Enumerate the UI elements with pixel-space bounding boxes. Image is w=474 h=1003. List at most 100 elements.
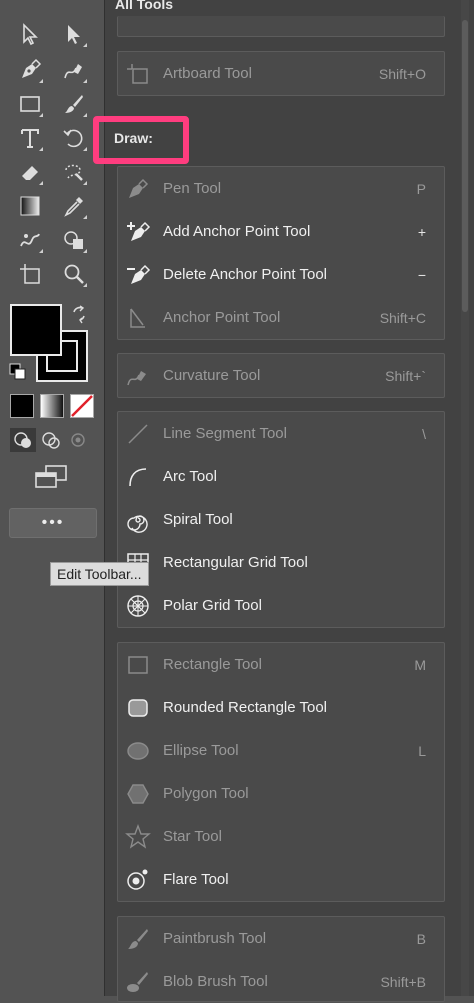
tool-row-paintbrush[interactable]: Paintbrush Tool B	[118, 917, 444, 960]
zoom-icon	[64, 264, 84, 284]
tool-row-polygon[interactable]: Polygon Tool	[118, 772, 444, 815]
tool-row-spiral[interactable]: Spiral Tool	[118, 498, 444, 541]
artboard-tool-button[interactable]	[16, 260, 44, 288]
edit-toolbar-button[interactable]: •••	[9, 508, 97, 538]
tool-label: Arc Tool	[163, 468, 217, 485]
direct-selection-tool-button[interactable]	[60, 20, 88, 48]
artboard-icon	[123, 59, 153, 89]
tool-shortcut: M	[414, 656, 426, 673]
tool-label: Line Segment Tool	[163, 425, 287, 442]
type-tool-button[interactable]	[16, 124, 44, 152]
eyedropper-tool-button[interactable]	[60, 192, 88, 220]
rectangle-tool-button[interactable]	[16, 90, 44, 118]
tool-shortcut: −	[417, 266, 426, 283]
tool-group: Paintbrush Tool B Blob Brush Tool Shift+…	[117, 916, 445, 1002]
color-mode-button[interactable]	[10, 394, 34, 418]
zoom-tool-button[interactable]	[60, 260, 88, 288]
shape-builder-tool-button[interactable]	[60, 226, 88, 254]
selection-icon	[23, 23, 38, 46]
tool-label: Rounded Rectangle Tool	[163, 699, 328, 716]
tool-label: Curvature Tool	[163, 367, 261, 384]
swap-colors-icon[interactable]	[70, 304, 90, 324]
gradient-icon	[20, 196, 40, 216]
tool-group: Pen Tool P Add Anchor Point Tool + Delet…	[117, 166, 445, 340]
tool-row-curvature[interactable]: Curvature Tool Shift+`	[118, 354, 444, 397]
tool-row-rounded-rectangle[interactable]: Rounded Rectangle Tool	[118, 686, 444, 729]
tool-row-flare[interactable]: Flare Tool	[118, 858, 444, 901]
type-icon	[21, 129, 39, 148]
tool-shortcut: B	[416, 930, 426, 947]
tool-label: Anchor Point Tool	[163, 309, 281, 326]
add-anchor-icon	[123, 217, 153, 247]
line-segment-icon	[123, 419, 153, 449]
tool-label: Polygon Tool	[163, 785, 249, 802]
pen-tool-button[interactable]	[16, 56, 44, 84]
puppet-warp-tool-button[interactable]	[16, 226, 44, 254]
direct-selection-icon	[68, 25, 80, 44]
tool-label: Rectangle Tool	[163, 656, 262, 673]
rectangle-icon	[20, 96, 40, 112]
tool-label: Artboard Tool	[163, 65, 252, 82]
curvature-tool-button[interactable]	[60, 56, 88, 84]
gradient-tool-button[interactable]	[16, 192, 44, 220]
tools-toolbar: ••• Edit Toolbar...	[0, 0, 149, 996]
tool-row-line-segment[interactable]: Line Segment Tool \	[118, 412, 444, 455]
tool-label: Pen Tool	[163, 180, 222, 197]
eraser-tool-button[interactable]	[16, 158, 44, 186]
rounded-rectangle-icon	[123, 693, 153, 723]
gradient-mode-button[interactable]	[40, 394, 64, 418]
warp-icon	[65, 164, 83, 181]
tool-row-rectangular-grid[interactable]: Rectangular Grid Tool	[118, 541, 444, 584]
rotate-tool-button[interactable]	[60, 124, 88, 152]
highlight-box	[93, 116, 189, 164]
warp-tool-button[interactable]	[60, 158, 88, 186]
tool-label: Flare Tool	[163, 871, 229, 888]
tool-group: Rectangle Tool M Rounded Rectangle Tool …	[117, 642, 445, 902]
tool-row-anchor-point[interactable]: Anchor Point Tool Shift+C	[118, 296, 444, 339]
tool-row-polar-grid[interactable]: Polar Grid Tool	[118, 584, 444, 627]
tool-group-top	[117, 16, 445, 37]
tool-row-artboard[interactable]: Artboard Tool Shift+O	[118, 52, 444, 95]
polygon-icon	[123, 779, 153, 809]
arc-icon	[123, 462, 153, 492]
tool-row-pen[interactable]: Pen Tool P	[118, 167, 444, 210]
tool-label: Blob Brush Tool	[163, 973, 268, 990]
spiral-icon	[123, 505, 153, 535]
flare-icon	[123, 865, 153, 895]
draw-modes[interactable]	[10, 428, 94, 452]
tool-shortcut: L	[418, 742, 426, 759]
star-icon	[123, 822, 153, 852]
tool-shortcut: P	[416, 180, 426, 197]
tool-label: Polar Grid Tool	[163, 597, 262, 614]
screen-mode-icon[interactable]	[34, 464, 68, 490]
puppet-warp-icon	[20, 233, 40, 247]
tool-row-add-anchor-point[interactable]: Add Anchor Point Tool +	[118, 210, 444, 253]
selection-tool-button[interactable]	[16, 20, 44, 48]
paintbrush-tool-button[interactable]	[60, 90, 88, 118]
tool-row-delete-anchor-point[interactable]: Delete Anchor Point Tool −	[118, 253, 444, 296]
tool-row-arc[interactable]: Arc Tool	[118, 455, 444, 498]
anchor-point-icon	[123, 303, 153, 333]
tool-row-blob-brush[interactable]: Blob Brush Tool Shift+B	[118, 960, 444, 1003]
default-colors-icon[interactable]	[8, 362, 28, 382]
edit-toolbar-tooltip: Edit Toolbar...	[50, 562, 149, 586]
paintbrush-icon	[123, 924, 153, 954]
tool-shortcut: Shift+`	[385, 367, 426, 384]
tool-group: Line Segment Tool \ Arc Tool Spiral Tool…	[117, 411, 445, 628]
tool-row-rectangle[interactable]: Rectangle Tool M	[118, 643, 444, 686]
tool-row-ellipse[interactable]: Ellipse Tool L	[118, 729, 444, 772]
pen-icon	[123, 174, 153, 204]
fill-color-swatch[interactable]	[10, 304, 62, 356]
tool-row-star[interactable]: Star Tool	[118, 815, 444, 858]
delete-anchor-icon	[123, 260, 153, 290]
shape-builder-icon	[64, 231, 83, 249]
scrollbar-thumb[interactable]	[462, 20, 468, 312]
curvature-icon	[123, 361, 153, 391]
artboard-icon	[20, 264, 40, 284]
tool-label: Paintbrush Tool	[163, 930, 267, 947]
tool-label: Add Anchor Point Tool	[163, 223, 311, 240]
eraser-icon	[22, 166, 38, 180]
none-mode-button[interactable]	[70, 394, 94, 418]
tool-group: Curvature Tool Shift+`	[117, 353, 445, 398]
tool-shortcut: Shift+O	[378, 65, 426, 82]
